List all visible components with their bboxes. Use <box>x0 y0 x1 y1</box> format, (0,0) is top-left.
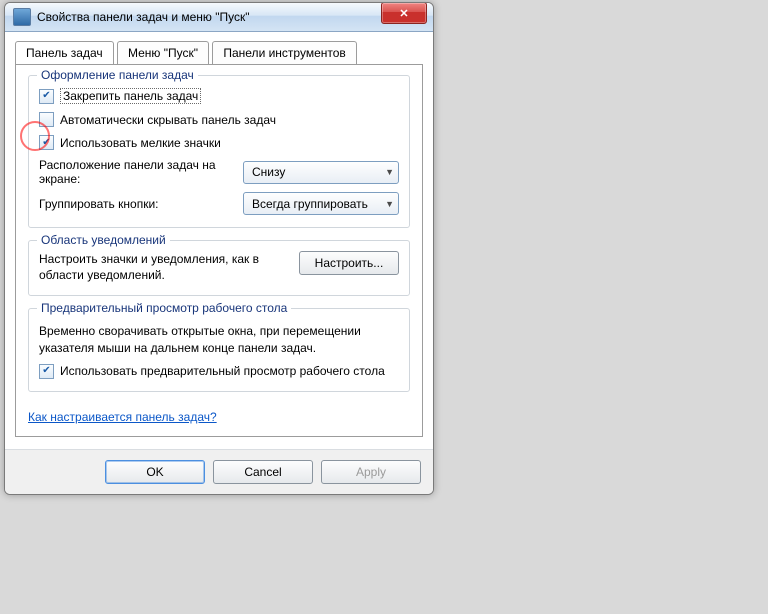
combo-location-value: Снизу <box>252 165 285 179</box>
chk-row-lock[interactable]: Закрепить панель задач <box>39 88 399 104</box>
cancel-button[interactable]: Cancel <box>213 460 313 484</box>
combo-location[interactable]: Снизу ▼ <box>243 161 399 184</box>
tab-taskbar[interactable]: Панель задач <box>15 41 114 64</box>
row-location: Расположение панели задач на экране: Сни… <box>39 158 399 186</box>
preview-description: Временно сворачивать открытые окна, при … <box>39 323 399 355</box>
customize-button[interactable]: Настроить... <box>299 251 399 275</box>
checkbox-small-icons[interactable] <box>39 135 54 150</box>
chk-row-small-icons[interactable]: Использовать мелкие значки <box>39 135 399 150</box>
apply-button[interactable]: Apply <box>321 460 421 484</box>
dialog-body: Панель задач Меню "Пуск" Панели инструме… <box>5 32 433 449</box>
combo-group-value: Всегда группировать <box>252 197 368 211</box>
row-group-buttons: Группировать кнопки: Всегда группировать… <box>39 192 399 215</box>
dialog-footer: OK Cancel Apply <box>5 449 433 494</box>
group-preview-title: Предварительный просмотр рабочего стола <box>37 301 291 315</box>
notification-description: Настроить значки и уведомления, как в об… <box>39 251 289 283</box>
label-lock-taskbar: Закрепить панель задач <box>60 88 201 104</box>
ok-button[interactable]: OK <box>105 460 205 484</box>
group-preview: Предварительный просмотр рабочего стола … <box>28 308 410 391</box>
label-small-icons: Использовать мелкие значки <box>60 136 221 150</box>
label-location: Расположение панели задач на экране: <box>39 158 243 186</box>
label-autohide: Автоматически скрывать панель задач <box>60 113 276 127</box>
group-appearance: Оформление панели задач Закрепить панель… <box>28 75 410 228</box>
tab-content: Оформление панели задач Закрепить панель… <box>15 64 423 437</box>
taskbar-properties-dialog: Свойства панели задач и меню "Пуск" ✕ Па… <box>4 2 434 495</box>
label-group-buttons: Группировать кнопки: <box>39 197 243 211</box>
close-button[interactable]: ✕ <box>381 2 427 24</box>
window-title: Свойства панели задач и меню "Пуск" <box>37 10 250 24</box>
label-preview: Использовать предварительный просмотр ра… <box>60 364 385 378</box>
titlebar[interactable]: Свойства панели задач и меню "Пуск" ✕ <box>5 3 433 32</box>
group-notification: Область уведомлений Настроить значки и у… <box>28 240 410 296</box>
group-appearance-title: Оформление панели задач <box>37 68 198 82</box>
close-icon: ✕ <box>399 7 408 20</box>
combo-group-buttons[interactable]: Всегда группировать ▼ <box>243 192 399 215</box>
tabstrip: Панель задач Меню "Пуск" Панели инструме… <box>15 40 423 64</box>
checkbox-preview[interactable] <box>39 364 54 379</box>
chevron-down-icon: ▼ <box>385 199 394 209</box>
chevron-down-icon: ▼ <box>385 167 394 177</box>
chk-row-autohide[interactable]: Автоматически скрывать панель задач <box>39 112 399 127</box>
checkbox-lock-taskbar[interactable] <box>39 89 54 104</box>
tab-toolbars[interactable]: Панели инструментов <box>212 41 356 64</box>
checkbox-autohide[interactable] <box>39 112 54 127</box>
app-icon <box>13 8 31 26</box>
tab-start-menu[interactable]: Меню "Пуск" <box>117 41 209 64</box>
chk-row-preview[interactable]: Использовать предварительный просмотр ра… <box>39 364 399 379</box>
group-notification-title: Область уведомлений <box>37 233 170 247</box>
help-link[interactable]: Как настраивается панель задач? <box>28 410 217 424</box>
